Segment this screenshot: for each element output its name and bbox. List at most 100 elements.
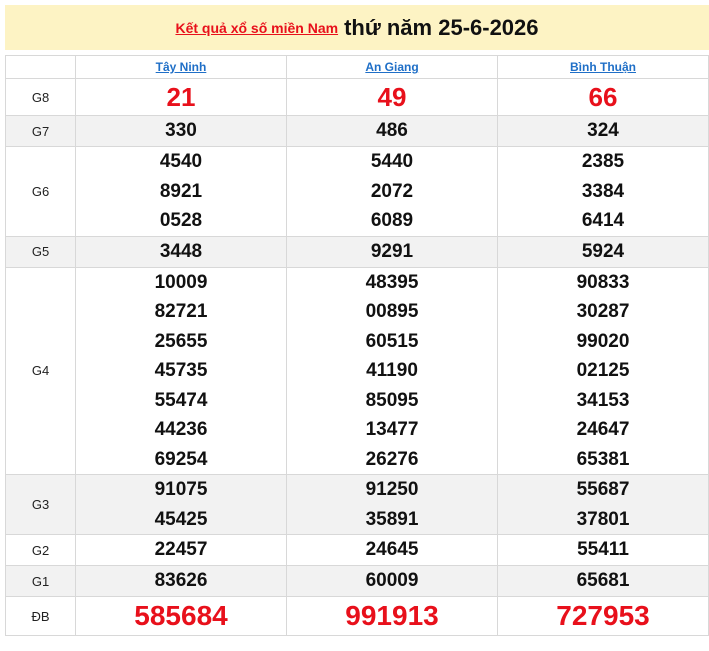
result-number: 22457 bbox=[154, 539, 208, 561]
result-number: 25655 bbox=[154, 330, 208, 352]
result-number: 60515 bbox=[365, 330, 419, 352]
result-number: 3384 bbox=[581, 180, 625, 202]
result-cell: 21 bbox=[75, 78, 287, 116]
result-cell: 90833 30287 99020 02125 34153 24647 65381 bbox=[497, 266, 709, 475]
result-cell: 5924 bbox=[497, 235, 709, 268]
result-cell: 486 bbox=[286, 115, 498, 147]
prize-label: G3 bbox=[5, 474, 76, 535]
province-link-binh-thuan[interactable]: Bình Thuận bbox=[570, 60, 636, 74]
prize-row-g8: G8 21 49 66 bbox=[5, 78, 709, 116]
result-number: 90833 bbox=[576, 271, 630, 293]
result-cell: 4540 8921 0528 bbox=[75, 146, 287, 237]
result-cell: 65681 bbox=[497, 565, 709, 597]
result-number: 55474 bbox=[154, 389, 208, 411]
result-number: 55687 bbox=[576, 479, 630, 500]
result-number: 4540 bbox=[159, 151, 203, 172]
result-cell: 22457 bbox=[75, 534, 287, 566]
result-cell: 49 bbox=[286, 78, 498, 116]
result-number: 37801 bbox=[576, 508, 630, 530]
draw-date: thứ năm 25-6-2026 bbox=[344, 14, 539, 40]
province-header: Bình Thuận bbox=[497, 55, 709, 79]
result-number: 2072 bbox=[370, 180, 414, 202]
result-cell: 55411 bbox=[497, 534, 709, 566]
prize-label: ĐB bbox=[5, 596, 76, 636]
prize-label: G6 bbox=[5, 146, 76, 237]
result-number: 3448 bbox=[159, 240, 203, 262]
result-number: 8921 bbox=[159, 180, 203, 202]
result-number: 83626 bbox=[154, 570, 208, 592]
result-number: 2385 bbox=[581, 151, 625, 172]
result-number: 82721 bbox=[154, 301, 208, 322]
result-cell: 48395 00895 60515 41190 85095 13477 26276 bbox=[286, 266, 498, 475]
result-cell: 5440 2072 6089 bbox=[286, 146, 498, 237]
result-number: 45425 bbox=[154, 508, 208, 530]
result-number: 24647 bbox=[576, 419, 630, 440]
prize-label: G2 bbox=[5, 534, 76, 566]
result-number: 00895 bbox=[365, 301, 419, 322]
prize-label: G1 bbox=[5, 565, 76, 597]
province-link-tay-ninh[interactable]: Tây Ninh bbox=[156, 60, 207, 74]
result-number: 10009 bbox=[154, 271, 208, 293]
result-number: 99020 bbox=[576, 330, 630, 352]
result-number: 44236 bbox=[154, 419, 208, 440]
result-number: 48395 bbox=[365, 271, 419, 293]
result-cell: 60009 bbox=[286, 565, 498, 597]
province-link-an-giang[interactable]: An Giang bbox=[365, 60, 418, 74]
prize-row-g5: G5 3448 9291 5924 bbox=[5, 235, 709, 268]
result-number: 727953 bbox=[556, 600, 650, 631]
result-cell: 2385 3384 6414 bbox=[497, 146, 709, 237]
result-number: 21 bbox=[166, 81, 196, 112]
result-number: 0528 bbox=[159, 210, 203, 231]
result-number: 9291 bbox=[370, 240, 414, 262]
prize-row-db: ĐB 585684 991913 727953 bbox=[5, 596, 709, 636]
result-number: 66 bbox=[588, 81, 618, 112]
prize-label: G4 bbox=[5, 266, 76, 475]
prize-label: G5 bbox=[5, 235, 76, 268]
result-number: 13477 bbox=[365, 419, 419, 440]
result-cell: 9291 bbox=[286, 235, 498, 268]
prize-row-g7: G7 330 486 324 bbox=[5, 115, 709, 147]
result-cell: 991913 bbox=[286, 596, 498, 636]
page-header: Kết quả xổ số miền Nam thứ năm 25-6-2026 bbox=[5, 5, 709, 50]
result-number: 324 bbox=[587, 120, 619, 142]
result-number: 02125 bbox=[576, 360, 630, 381]
result-number: 60009 bbox=[365, 570, 419, 592]
result-number: 55411 bbox=[577, 539, 629, 561]
result-cell: 91075 45425 bbox=[75, 474, 287, 535]
results-table: Tây Ninh An Giang Bình Thuận G8 21 49 66 G7 3… bbox=[5, 55, 709, 636]
result-number: 91250 bbox=[365, 479, 419, 500]
prize-row-g6: G6 4540 8921 0528 5440 2072 6089 2385 3384 6414 bbox=[5, 146, 709, 237]
result-number: 585684 bbox=[134, 600, 228, 631]
table-header-row: Tây Ninh An Giang Bình Thuận bbox=[5, 55, 709, 79]
result-number: 45735 bbox=[154, 360, 208, 381]
result-number: 91075 bbox=[154, 479, 208, 500]
result-cell: 585684 bbox=[75, 596, 287, 636]
result-number: 24645 bbox=[365, 539, 419, 561]
result-number: 26276 bbox=[365, 448, 419, 470]
prize-row-g4: G4 10009 82721 25655 45735 55474 44236 69254 483… bbox=[5, 266, 709, 475]
result-number: 330 bbox=[165, 120, 197, 142]
result-number: 6414 bbox=[581, 210, 625, 231]
result-number: 5440 bbox=[370, 151, 414, 172]
result-number: 6089 bbox=[370, 210, 414, 231]
result-cell: 330 bbox=[75, 115, 287, 147]
prize-row-g2: G2 22457 24645 55411 bbox=[5, 534, 709, 566]
prize-row-g1: G1 83626 60009 65681 bbox=[5, 565, 709, 597]
result-number: 49 bbox=[377, 81, 407, 112]
result-cell: 10009 82721 25655 45735 55474 44236 69254 bbox=[75, 266, 287, 475]
province-header: Tây Ninh bbox=[75, 55, 287, 79]
results-link[interactable]: Kết quả xổ số miền Nam bbox=[175, 20, 338, 36]
result-number: 5924 bbox=[581, 240, 625, 262]
prize-label: G8 bbox=[5, 78, 76, 116]
prize-label: G7 bbox=[5, 115, 76, 147]
corner-cell bbox=[5, 55, 76, 79]
result-cell: 324 bbox=[497, 115, 709, 147]
result-cell: 3448 bbox=[75, 235, 287, 268]
result-cell: 66 bbox=[497, 78, 709, 116]
result-number: 65381 bbox=[576, 448, 630, 470]
result-number: 34153 bbox=[576, 389, 630, 411]
result-cell: 91250 35891 bbox=[286, 474, 498, 535]
result-number: 35891 bbox=[365, 508, 419, 530]
result-cell: 83626 bbox=[75, 565, 287, 597]
result-number: 41190 bbox=[366, 360, 418, 381]
